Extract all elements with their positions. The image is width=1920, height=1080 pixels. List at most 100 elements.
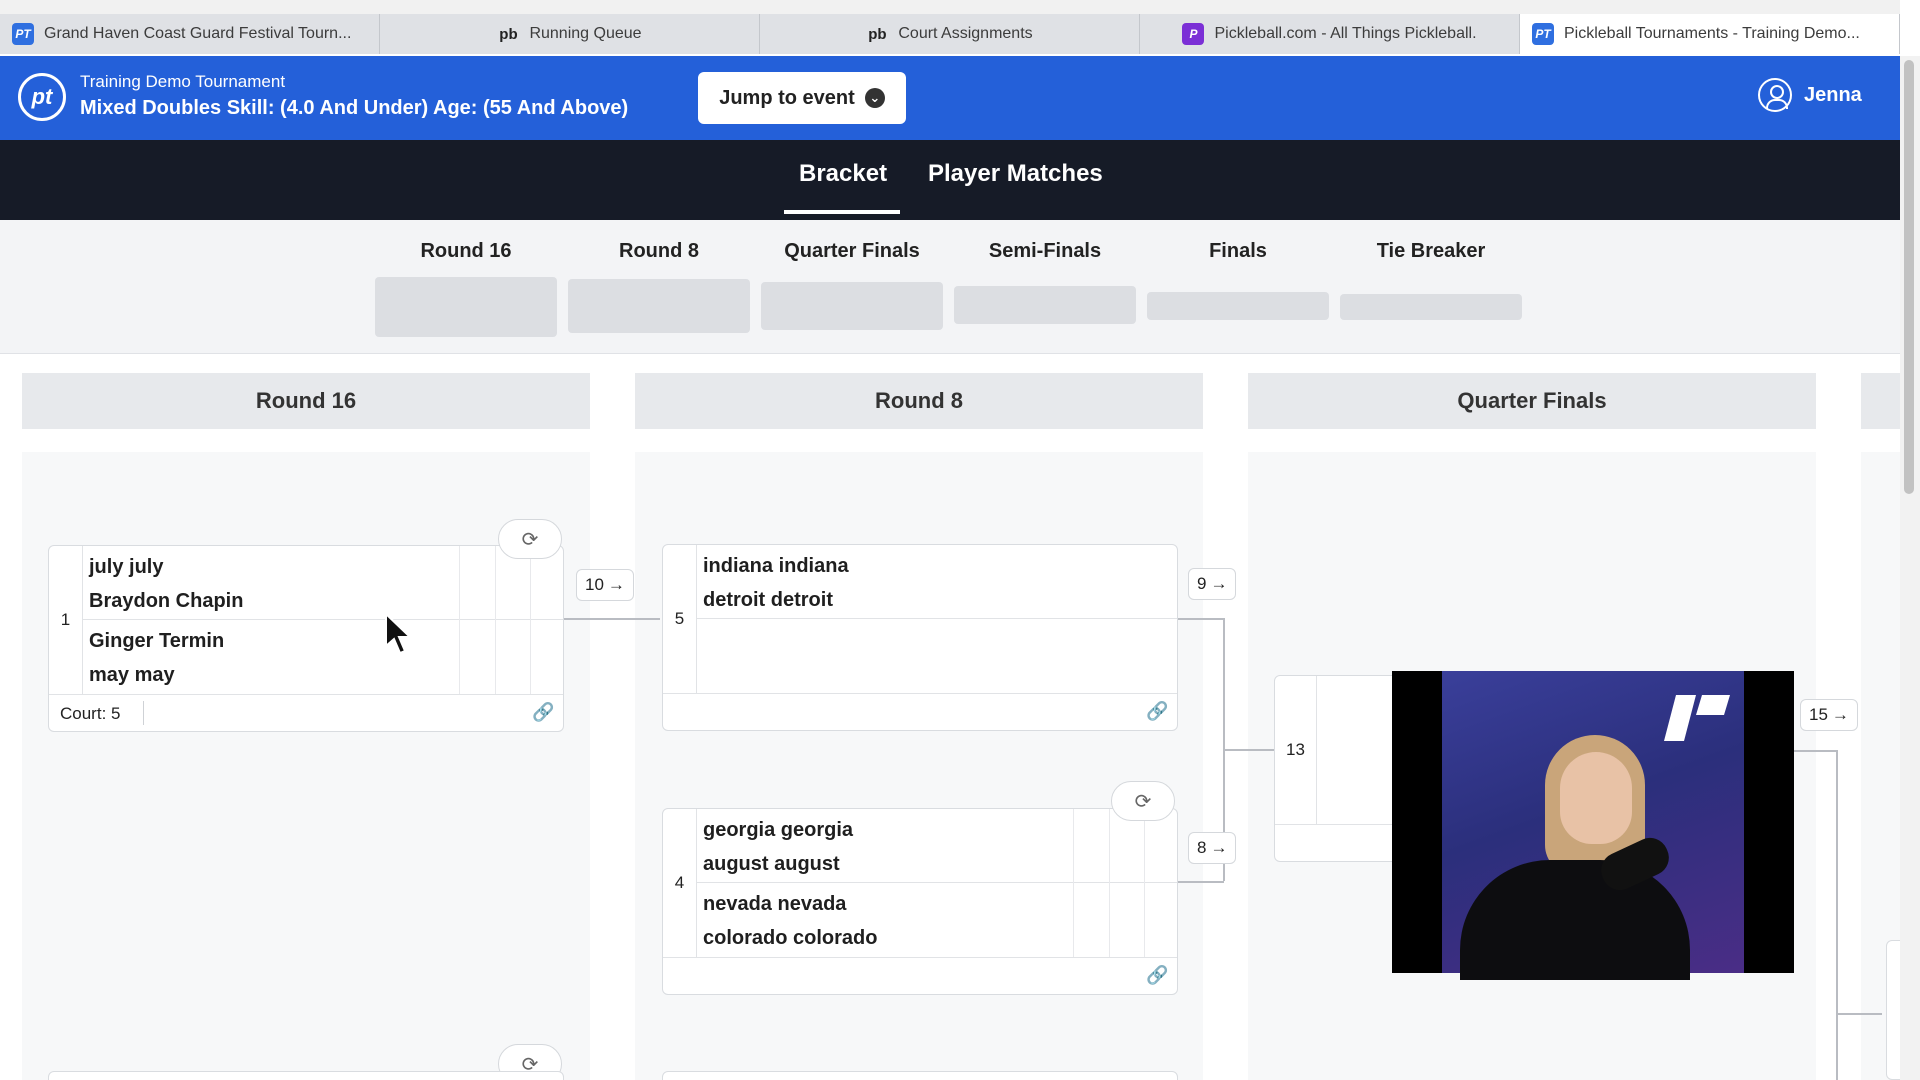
- match-number: 4: [663, 809, 697, 957]
- player-name: colorado colorado: [703, 927, 878, 949]
- team-1: july july Braydon Chapin: [89, 550, 243, 618]
- player-name: Braydon Chapin: [89, 590, 244, 612]
- team-divider: [83, 619, 563, 620]
- browser-tab-training-demo[interactable]: PT Pickleball Tournaments - Training Dem…: [1520, 14, 1900, 54]
- bracket-connector: [1178, 881, 1224, 883]
- tournament-name: Training Demo Tournament: [80, 72, 286, 91]
- team-2: nevada nevada colorado colorado: [703, 887, 877, 955]
- chevron-down-icon: ⌄: [864, 88, 885, 108]
- player-name: georgia georgia: [703, 819, 854, 841]
- mouse-cursor-icon: [385, 612, 413, 655]
- arrow-right-icon: →: [1210, 838, 1228, 857]
- tab-bracket[interactable]: Bracket: [799, 160, 887, 188]
- tie-breaker-progress-bar[interactable]: [1340, 294, 1522, 320]
- match-card-partial[interactable]: [48, 1071, 564, 1080]
- user-menu[interactable]: Jenna: [1758, 78, 1862, 112]
- tab-label: Court Assignments: [898, 25, 1033, 42]
- event-name: Mixed Doubles Skill: (4.0 And Under) Age…: [80, 97, 629, 119]
- app-header: pt Training Demo Tournament Mixed Double…: [0, 56, 1900, 140]
- column-header-next: [1861, 373, 1900, 429]
- divider: [143, 701, 144, 725]
- match-number: 1: [49, 546, 83, 694]
- team-2: Ginger Termin may may: [89, 624, 224, 692]
- scrollbar-thumb[interactable]: [1904, 60, 1914, 494]
- score-column[interactable]: [1144, 809, 1145, 957]
- refresh-icon[interactable]: ⟳: [498, 519, 562, 559]
- match-card-partial[interactable]: [662, 1071, 1178, 1080]
- score-column[interactable]: [459, 546, 460, 694]
- tab-label: Grand Haven Coast Guard Festival Tourn..…: [44, 25, 352, 42]
- tab-label: Pickleball.com - All Things Pickleball.: [1214, 25, 1477, 42]
- player-name: may may: [89, 664, 175, 686]
- team-divider: [697, 882, 1177, 883]
- advance-to-match-button[interactable]: 15 →: [1800, 699, 1858, 731]
- round-selector-semi-finals[interactable]: Semi-Finals: [954, 240, 1136, 263]
- match-card-1[interactable]: 1 july july Braydon Chapin Ginger Termin…: [48, 545, 564, 732]
- court-label: Court: 5: [60, 704, 121, 723]
- team-divider: [697, 618, 1177, 619]
- pickleball-brand-icon: [1664, 695, 1730, 741]
- score-column[interactable]: [1073, 809, 1074, 957]
- round-selector-quarter-finals[interactable]: Quarter Finals: [761, 240, 943, 263]
- advance-match-number: 10: [585, 575, 604, 594]
- finals-progress-bar[interactable]: [1147, 292, 1329, 320]
- tab-player-matches[interactable]: Player Matches: [928, 160, 1103, 188]
- pb-favicon-icon: pb: [499, 25, 518, 43]
- column-header-round-8: Round 8: [635, 373, 1203, 429]
- player-name: july july: [89, 556, 164, 578]
- bracket-nav: Bracket Player Matches: [0, 140, 1900, 220]
- browser-tab-running-queue[interactable]: pb Running Queue: [380, 14, 760, 54]
- pb-favicon-icon: pb: [868, 25, 887, 43]
- semi-finals-progress-bar[interactable]: [954, 286, 1136, 324]
- player-name: Ginger Termin: [89, 630, 225, 652]
- quarter-finals-progress-bar[interactable]: [761, 282, 943, 330]
- advance-to-match-button[interactable]: 9 →: [1188, 568, 1237, 600]
- match-number: 13: [1275, 676, 1317, 824]
- link-icon[interactable]: 🔗: [1146, 701, 1168, 722]
- player-name: august august: [703, 853, 840, 875]
- round-selector-tie-breaker[interactable]: Tie Breaker: [1340, 240, 1522, 263]
- user-avatar-icon: [1758, 78, 1792, 112]
- round-selector-finals[interactable]: Finals: [1147, 240, 1329, 263]
- active-tab-indicator: [784, 210, 900, 214]
- arrow-right-icon: →: [1831, 705, 1849, 724]
- tab-label: Pickleball Tournaments - Training Demo..…: [1564, 25, 1860, 42]
- match-footer: 🔗: [663, 957, 1177, 995]
- bracket-connector: [1794, 750, 1837, 752]
- team-1: indiana indiana detroit detroit: [703, 549, 849, 617]
- advance-match-number: 9: [1197, 574, 1207, 593]
- link-icon[interactable]: 🔗: [532, 702, 554, 723]
- match-card-5[interactable]: 5 indiana indiana detroit detroit 🔗: [662, 544, 1178, 731]
- match-footer: Court: 5 🔗: [49, 694, 563, 732]
- browser-tab-grand-haven[interactable]: PT Grand Haven Coast Guard Festival Tour…: [0, 14, 380, 54]
- round-16-progress-bar[interactable]: [375, 277, 557, 337]
- browser-tab-pickleball-com[interactable]: P Pickleball.com - All Things Pickleball…: [1140, 14, 1520, 54]
- score-column[interactable]: [1109, 809, 1110, 957]
- column-header-quarter-finals: Quarter Finals: [1248, 373, 1816, 429]
- player-name: nevada nevada: [703, 893, 847, 915]
- bracket-connector: [1836, 1013, 1882, 1015]
- tab-label: Running Queue: [529, 25, 642, 42]
- round-selector: Round 16 Round 8 Quarter Finals Semi-Fin…: [0, 220, 1900, 354]
- score-column[interactable]: [495, 546, 496, 694]
- advance-to-match-button[interactable]: 10 →: [576, 569, 634, 601]
- round-selector-round-8[interactable]: Round 8: [568, 240, 750, 263]
- browser-tab-court-assignments[interactable]: pb Court Assignments: [760, 14, 1140, 54]
- arrow-right-icon: →: [1210, 574, 1228, 593]
- bracket-connector: [1178, 618, 1224, 620]
- presenter-face: [1560, 752, 1632, 844]
- advance-to-match-button[interactable]: 8 →: [1188, 832, 1237, 864]
- score-column[interactable]: [530, 546, 531, 694]
- round-8-progress-bar[interactable]: [568, 279, 750, 333]
- pickleball-favicon-icon: P: [1182, 23, 1205, 45]
- jump-to-event-button[interactable]: Jump to event ⌄: [698, 72, 906, 124]
- round-selector-round-16[interactable]: Round 16: [375, 240, 557, 263]
- player-name: detroit detroit: [703, 589, 833, 611]
- jump-to-event-label: Jump to event: [719, 86, 855, 109]
- refresh-icon[interactable]: ⟳: [1111, 781, 1175, 821]
- match-footer: 🔗: [663, 693, 1177, 731]
- match-card-4[interactable]: 4 georgia georgia august august nevada n…: [662, 808, 1178, 995]
- pt-favicon-icon: PT: [12, 23, 34, 45]
- link-icon[interactable]: 🔗: [1146, 965, 1168, 986]
- pickleball-tournaments-logo[interactable]: pt: [18, 73, 66, 121]
